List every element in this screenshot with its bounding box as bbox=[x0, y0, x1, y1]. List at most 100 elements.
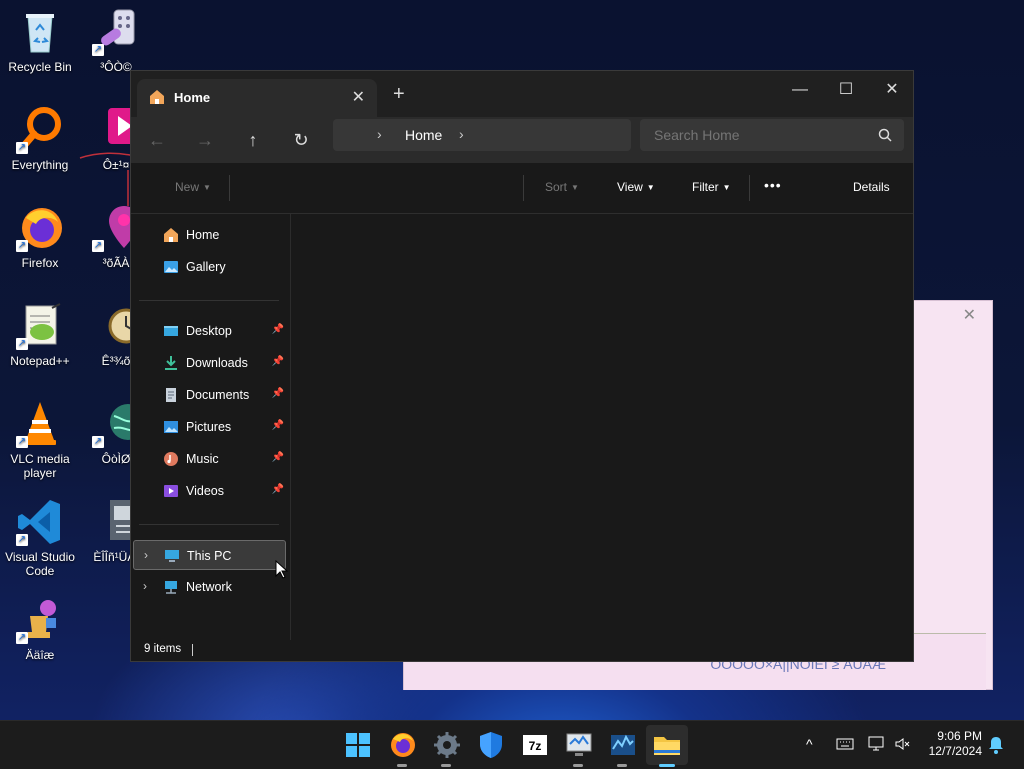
running-indicator bbox=[441, 764, 451, 767]
taskbar-defender[interactable] bbox=[475, 729, 507, 761]
view-button[interactable]: View ▼ bbox=[617, 180, 655, 194]
search-box[interactable] bbox=[640, 119, 904, 151]
command-bar: New ▼ Sort ▼ View ▼ Filter ▼ ••• Details bbox=[131, 163, 913, 214]
shortcut-arrow-icon: ↗ bbox=[16, 436, 28, 448]
sidebar-item-this-pc[interactable]: › This PC bbox=[133, 540, 286, 570]
clock[interactable]: 9:06 PM 12/7/2024 bbox=[918, 729, 982, 759]
breadcrumb-chevron-icon[interactable]: › bbox=[459, 126, 464, 142]
sidebar-item-label: This PC bbox=[187, 549, 232, 563]
new-tab-button[interactable]: + bbox=[393, 83, 405, 106]
desktop-icon-vlc[interactable]: ↗ VLC media player bbox=[0, 400, 80, 480]
task-manager-icon bbox=[611, 734, 635, 755]
more-options-button[interactable]: ••• bbox=[764, 177, 782, 193]
desktop-icon-firefox[interactable]: ↗ Firefox bbox=[0, 204, 80, 270]
monitor-app-icon bbox=[566, 733, 592, 756]
chevron-down-icon: ▼ bbox=[571, 183, 579, 193]
background-window-close-button[interactable]: ✕ bbox=[963, 305, 976, 325]
taskbar-firefox[interactable] bbox=[387, 729, 419, 767]
red-ink-stroke bbox=[79, 152, 135, 206]
pin-icon[interactable]: 📌 bbox=[272, 356, 284, 367]
desktop-icon-vscode[interactable]: ↗ Visual Studio Code bbox=[0, 498, 80, 578]
address-bar[interactable]: › Home › bbox=[333, 119, 631, 151]
pin-icon[interactable]: 📌 bbox=[272, 420, 284, 431]
tab-home[interactable]: Home ✕ bbox=[137, 79, 377, 117]
start-icon bbox=[346, 733, 370, 757]
new-button[interactable]: New ▼ bbox=[175, 180, 211, 194]
volume-muted-icon[interactable] bbox=[894, 736, 910, 755]
sidebar-item-desktop[interactable]: Desktop 📌 bbox=[133, 316, 286, 346]
divider bbox=[749, 175, 750, 201]
start-button[interactable] bbox=[342, 729, 374, 761]
expand-chevron-icon[interactable]: › bbox=[144, 548, 148, 562]
taskbar-7zip[interactable]: 7z bbox=[519, 729, 551, 761]
taskbar-settings[interactable] bbox=[431, 729, 463, 767]
svg-text:7z: 7z bbox=[529, 739, 542, 753]
clock-date: 12/7/2024 bbox=[928, 744, 982, 758]
computer-icon bbox=[164, 548, 180, 564]
notepad-plus-plus-icon: ↗ bbox=[16, 302, 64, 350]
shortcut-arrow-icon: ↗ bbox=[92, 240, 104, 252]
sidebar-item-network[interactable]: › Network bbox=[133, 572, 286, 602]
recycle-bin-icon bbox=[16, 8, 64, 56]
download-icon bbox=[163, 355, 179, 371]
close-button[interactable]: ✕ bbox=[869, 75, 915, 105]
search-input[interactable] bbox=[654, 127, 854, 143]
file-explorer-icon bbox=[654, 737, 680, 755]
notification-bell-icon[interactable] bbox=[988, 736, 1004, 757]
sidebar-item-documents[interactable]: Documents 📌 bbox=[133, 380, 286, 410]
desktop-icon-label: Ääîæ bbox=[25, 648, 55, 662]
sidebar-item-label: Documents bbox=[186, 388, 250, 402]
sidebar-item-videos[interactable]: Videos 📌 bbox=[133, 476, 286, 506]
desktop-icon-recycle-bin[interactable]: Recycle Bin bbox=[0, 8, 80, 74]
desktop-icon-pills[interactable]: ↗ ³ÔÒ© bbox=[76, 8, 156, 74]
maximize-button[interactable]: ☐ bbox=[823, 75, 869, 105]
refresh-button[interactable]: ↻ bbox=[285, 125, 317, 157]
keyboard-icon[interactable] bbox=[836, 737, 854, 754]
title-bar[interactable]: Home ✕ + — ☐ ✕ bbox=[131, 71, 913, 117]
vscode-icon: ↗ bbox=[16, 498, 64, 546]
desktop-icon-label: VLC media player bbox=[10, 452, 70, 480]
filter-button[interactable]: Filter ▼ bbox=[692, 180, 731, 194]
sidebar-item-music[interactable]: Music 📌 bbox=[133, 444, 286, 474]
tab-close-button[interactable]: ✕ bbox=[352, 87, 365, 107]
desktop-icon-notepadpp[interactable]: ↗ Notepad++ bbox=[0, 302, 80, 368]
running-indicator bbox=[617, 764, 627, 767]
taskbar-monitor-app[interactable] bbox=[563, 729, 595, 767]
pin-icon[interactable]: 📌 bbox=[272, 484, 284, 495]
desktop-icon-everything[interactable]: ↗ Everything bbox=[0, 106, 80, 172]
sidebar-item-gallery[interactable]: Gallery bbox=[133, 252, 286, 282]
forward-button[interactable]: → bbox=[189, 125, 221, 157]
up-button[interactable]: ↑ bbox=[237, 125, 269, 157]
details-button[interactable]: Details bbox=[853, 180, 890, 194]
desktop-icon-label: Everything bbox=[11, 158, 69, 172]
sidebar-item-downloads[interactable]: Downloads 📌 bbox=[133, 348, 286, 378]
music-icon bbox=[163, 451, 179, 467]
expand-chevron-icon[interactable]: › bbox=[143, 579, 147, 593]
mouse-cursor-icon bbox=[275, 560, 289, 579]
sidebar-item-label: Downloads bbox=[186, 356, 248, 370]
sidebar-item-home[interactable]: Home bbox=[133, 220, 286, 250]
network-status-icon[interactable] bbox=[868, 736, 886, 755]
desktop-icon-chess[interactable]: ↗ Ääîæ bbox=[0, 596, 80, 662]
minimize-button[interactable]: — bbox=[777, 75, 823, 105]
pin-icon[interactable]: 📌 bbox=[272, 452, 284, 463]
taskbar-task-manager[interactable] bbox=[607, 729, 639, 767]
breadcrumb-home[interactable]: Home bbox=[405, 127, 442, 143]
gallery-icon bbox=[163, 259, 179, 275]
sort-button[interactable]: Sort ▼ bbox=[545, 180, 579, 194]
sidebar-item-pictures[interactable]: Pictures 📌 bbox=[133, 412, 286, 442]
desktop-icon-label: Recycle Bin bbox=[8, 60, 72, 74]
divider bbox=[192, 644, 193, 656]
7zip-icon: 7z bbox=[523, 735, 547, 755]
back-button[interactable]: ← bbox=[141, 125, 173, 157]
sidebar-item-label: Pictures bbox=[186, 420, 232, 434]
desktop-icon-label: ³õÃÀ bbox=[102, 256, 130, 270]
pin-icon[interactable]: 📌 bbox=[272, 324, 284, 335]
firefox-icon: ↗ bbox=[16, 204, 64, 252]
sort-label: Sort bbox=[545, 180, 568, 194]
breadcrumb-chevron-icon[interactable]: › bbox=[377, 126, 382, 142]
pin-icon[interactable]: 📌 bbox=[272, 388, 284, 399]
show-hidden-icons-button[interactable]: ^ bbox=[806, 736, 813, 752]
file-explorer-window[interactable]: Home ✕ + — ☐ ✕ ← → ↑ ↻ › Home › New▼ Sor… bbox=[130, 70, 914, 662]
taskbar-file-explorer[interactable] bbox=[651, 729, 683, 767]
